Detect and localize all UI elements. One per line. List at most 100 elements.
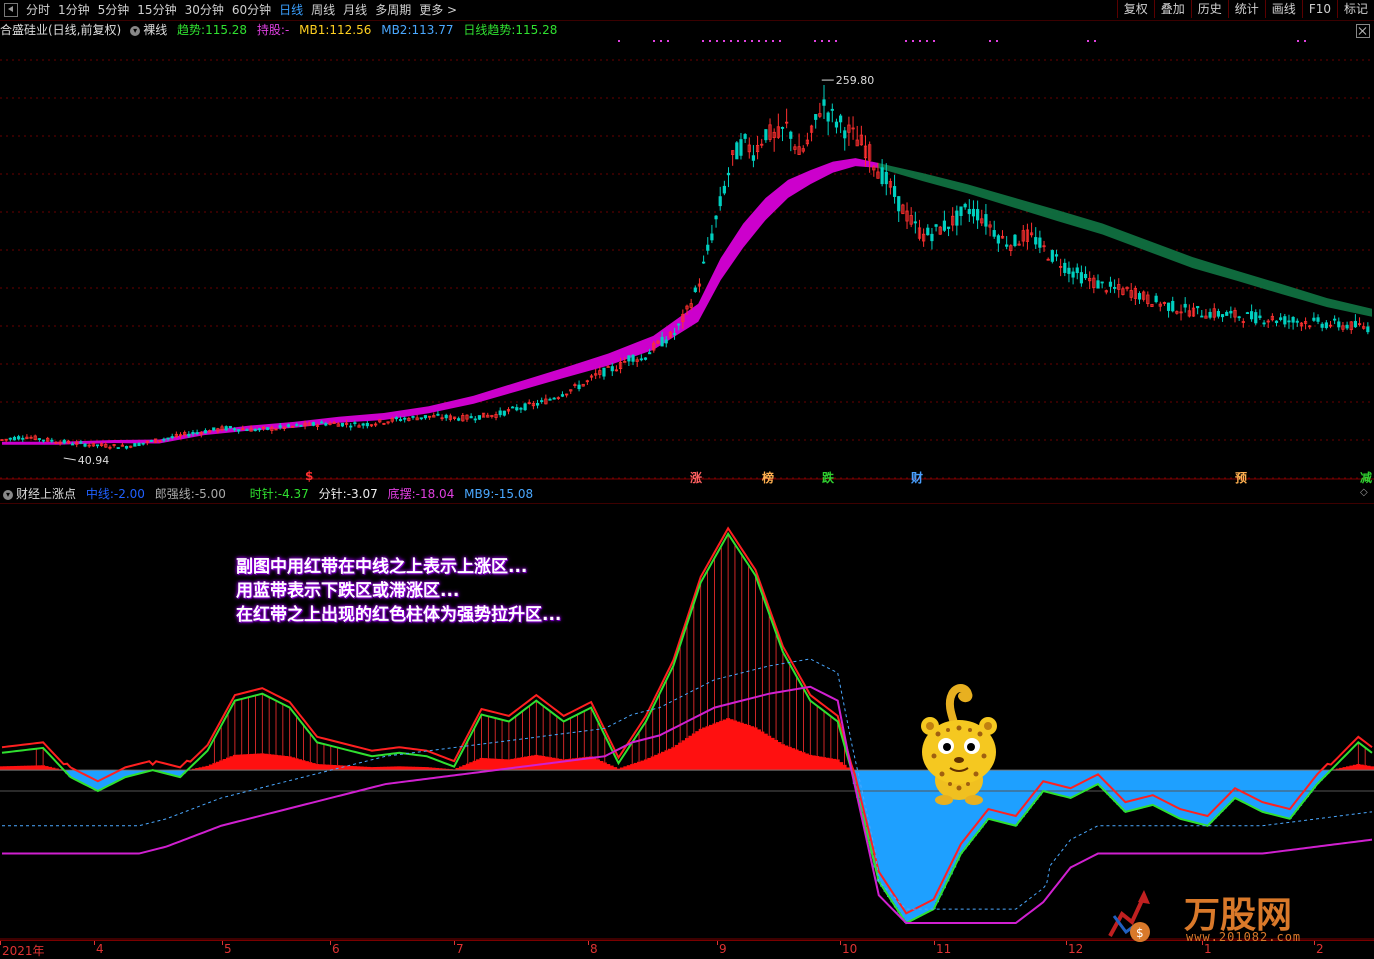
signal-dot (709, 40, 711, 42)
date-tick-mark (717, 941, 718, 945)
period-tab[interactable]: 60分钟 (228, 1, 275, 19)
tool-button[interactable]: 历史 (1190, 0, 1228, 18)
candle-body (1067, 267, 1071, 274)
signal-dot (821, 40, 823, 42)
right-tool-buttons: 复权 叠加 历史 统计 画线 F10 标记 (1116, 0, 1374, 20)
tool-button[interactable]: 统计 (1227, 0, 1265, 18)
candle-body (320, 421, 324, 424)
date-tick: 7 (456, 942, 464, 956)
candle-body (1100, 281, 1104, 284)
tool-button[interactable]: F10 (1301, 0, 1337, 18)
period-tab[interactable]: 分时 (22, 1, 54, 19)
candle-body (37, 438, 41, 440)
candle-body (1196, 306, 1200, 309)
candle-body (477, 415, 482, 420)
candle-body (751, 155, 756, 161)
candle-body (926, 227, 930, 236)
candle-body (930, 233, 934, 242)
close-icon[interactable] (1356, 24, 1370, 38)
logo-graphic-icon: $ (1108, 890, 1150, 942)
signal-marker: 涨 (690, 471, 703, 485)
candle-body (149, 440, 154, 442)
candle-body (1353, 320, 1357, 328)
period-tab[interactable]: 30分钟 (181, 1, 228, 19)
candle-body (170, 436, 174, 438)
signal-dot (702, 40, 704, 42)
candle-body (735, 142, 739, 160)
period-tab[interactable]: 1分钟 (54, 1, 94, 19)
candle-body (133, 443, 137, 447)
main-price-chart[interactable]: 259.80 40.94 (0, 40, 1374, 480)
signal-marker: 财 (911, 471, 924, 485)
period-tab[interactable]: 更多 > (415, 1, 461, 19)
signal-dot (989, 40, 991, 42)
candle-body (1295, 320, 1299, 323)
strong-label: 郎强线: (154, 487, 195, 501)
candle-body (50, 439, 54, 442)
tool-button[interactable]: 复权 (1116, 0, 1154, 18)
period-tab[interactable]: 5分钟 (94, 1, 134, 19)
candle-body (523, 403, 527, 411)
candle-body (349, 425, 353, 428)
minute-value: -3.07 (346, 487, 378, 501)
signal-marker: 预 (1235, 471, 1248, 485)
candle-body (83, 443, 87, 447)
date-tick: 11 (936, 942, 952, 956)
tool-button[interactable]: 画线 (1264, 0, 1302, 18)
candle-body (1083, 273, 1088, 279)
expand-chevron-icon[interactable]: ◇ (1360, 488, 1370, 498)
candle-body (934, 224, 938, 227)
sub-indicator-chart[interactable] (0, 503, 1374, 940)
signal-marker: 榜 (762, 471, 775, 485)
candle-body (535, 403, 540, 406)
signal-dot (730, 40, 732, 42)
candle-body (295, 424, 299, 426)
candle-body (643, 357, 648, 360)
candle-body (1013, 234, 1017, 247)
style-dropdown-icon[interactable]: ▾ (130, 25, 141, 36)
collapse-icon[interactable] (4, 3, 18, 17)
period-tab[interactable]: 15分钟 (133, 1, 180, 19)
candle-body (743, 134, 747, 139)
candle-body (1274, 320, 1279, 324)
candle-body (299, 424, 303, 427)
candle-body (473, 418, 477, 421)
date-tick: 5 (224, 942, 232, 956)
candle-body (519, 407, 523, 410)
date-tick-mark (0, 941, 1, 945)
candle-body (203, 430, 208, 434)
candle-body (1166, 302, 1171, 311)
signal-dot (667, 40, 669, 42)
candle-body (1079, 272, 1083, 284)
date-tick-mark (94, 941, 95, 945)
candle-body (1312, 317, 1316, 321)
candle-body (1279, 317, 1283, 320)
chart-style-label[interactable]: 裸线 (143, 23, 167, 37)
candle-body (365, 423, 369, 427)
candle-body (660, 336, 664, 347)
signal-dot (744, 40, 746, 42)
sub-dropdown-icon[interactable]: ▾ (3, 489, 13, 500)
bottom-label: 底摆: (387, 487, 416, 501)
candle-body (1220, 314, 1225, 318)
tool-button[interactable]: 叠加 (1153, 0, 1191, 18)
tool-button[interactable]: 标记 (1336, 0, 1374, 18)
candle-body (444, 414, 448, 419)
signal-dot (996, 40, 998, 42)
candle-body (664, 339, 668, 344)
candle-body (1229, 310, 1233, 314)
candle-body (976, 209, 980, 221)
period-tab[interactable]: 周线 (307, 1, 339, 19)
candle-body (718, 196, 722, 207)
candle-body (166, 437, 170, 440)
candle-body (253, 429, 257, 432)
period-tab[interactable]: 月线 (339, 1, 371, 19)
signal-marker: 跌 (822, 471, 835, 485)
period-tab[interactable]: 日线 (275, 1, 307, 19)
candle-body (1054, 254, 1059, 257)
period-tab[interactable]: 多周期 (371, 1, 415, 19)
annotation-text: 副图中用红带在中线之上表示上涨区... 用蓝带表示下跌区或滞涨区... 在红带之… (236, 555, 561, 627)
date-tick: 8 (590, 942, 598, 956)
candle-body (946, 226, 951, 229)
candle-body (191, 432, 195, 435)
